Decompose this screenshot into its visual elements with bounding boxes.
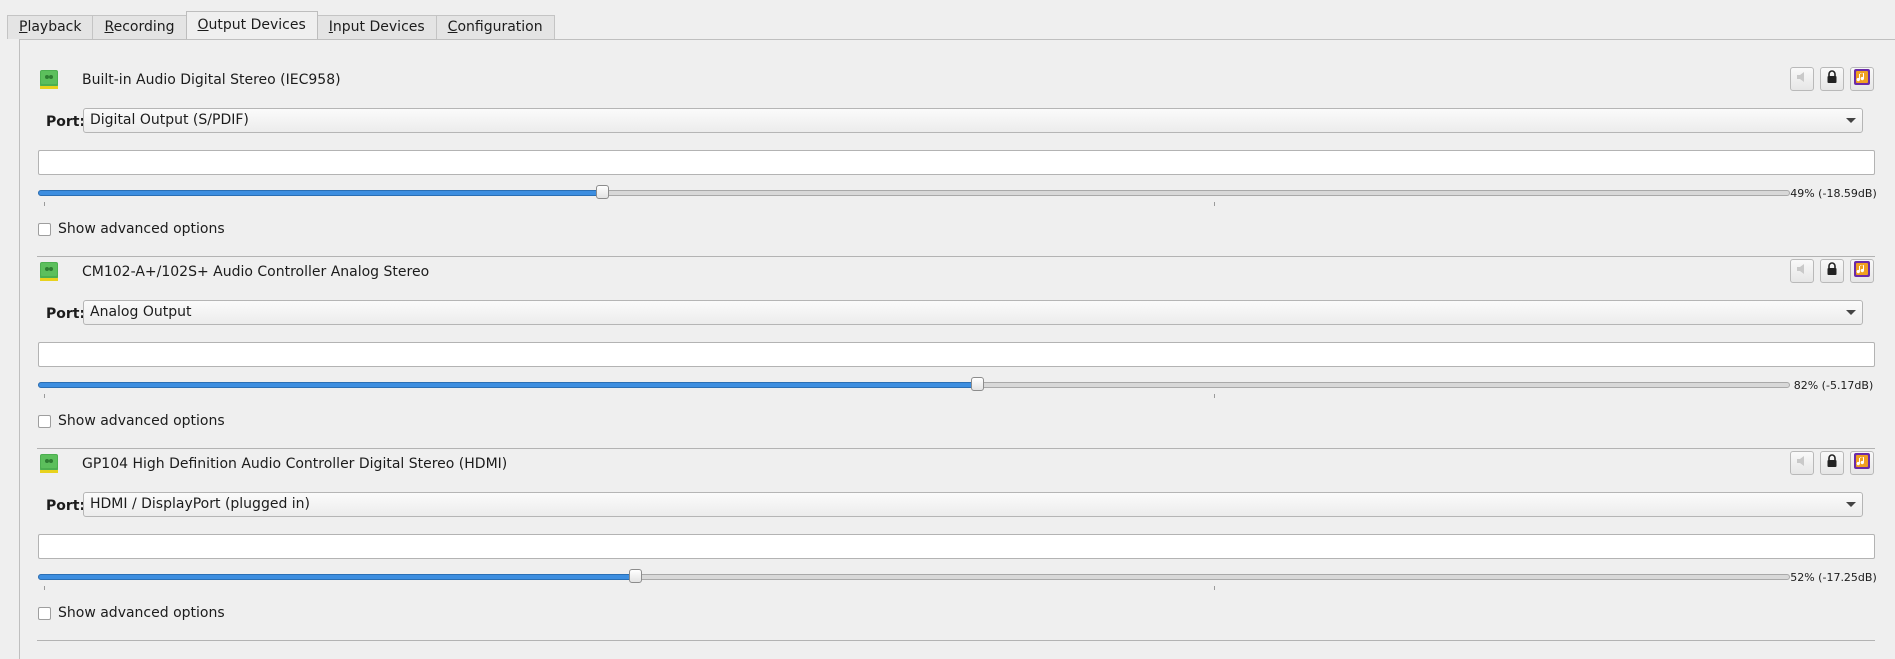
advanced-options-checkbox[interactable] <box>38 414 51 428</box>
port-dropdown[interactable]: HDMI / DisplayPort (plugged in) <box>83 492 1863 517</box>
advanced-options-toggle[interactable]: Show advanced options <box>38 604 225 622</box>
port-label: Port: <box>46 114 86 130</box>
lock-icon <box>1825 454 1839 472</box>
slider-fill <box>38 574 637 580</box>
speaker-device-icon <box>40 70 58 90</box>
lock-channels-button[interactable] <box>1820 67 1844 91</box>
port-value: Analog Output <box>90 304 192 320</box>
advanced-options-toggle[interactable]: Show advanced options <box>38 412 225 430</box>
volume-slider[interactable] <box>38 376 1790 398</box>
speaker-device-icon <box>40 262 58 282</box>
chevron-down-icon <box>1846 502 1856 507</box>
port-value: Digital Output (S/PDIF) <box>90 112 249 128</box>
mute-button[interactable] <box>1790 451 1814 475</box>
volume-slider[interactable] <box>38 568 1790 590</box>
advanced-options-checkbox[interactable] <box>38 222 51 236</box>
output-device-card: Built-in Audio Digital Stereo (IEC958) P… <box>37 60 1877 257</box>
slider-fill <box>38 382 979 388</box>
advanced-options-label: Show advanced options <box>58 221 225 237</box>
port-value: HDMI / DisplayPort (plugged in) <box>90 496 311 512</box>
slider-tick <box>44 202 45 206</box>
advanced-options-label: Show advanced options <box>58 605 225 621</box>
slider-tick <box>44 394 45 398</box>
lock-channels-button[interactable] <box>1820 259 1844 283</box>
set-default-button[interactable] <box>1850 67 1874 91</box>
lock-channels-button[interactable] <box>1820 451 1844 475</box>
device-name: CM102-A+/102S+ Audio Controller Analog S… <box>82 264 430 280</box>
peak-meter <box>38 342 1875 367</box>
speaker-device-icon <box>40 454 58 474</box>
default-device-icon <box>1854 453 1870 473</box>
device-toolbar <box>1790 259 1874 283</box>
mute-button[interactable] <box>1790 67 1814 91</box>
port-dropdown[interactable]: Analog Output <box>83 300 1863 325</box>
tab-configuration[interactable]: Configuration <box>435 15 555 39</box>
set-default-button[interactable] <box>1850 451 1874 475</box>
volume-level-text: 52% (-17.25dB) <box>1790 571 1877 584</box>
device-toolbar <box>1790 451 1874 475</box>
port-label: Port: <box>46 306 86 322</box>
tab-recording[interactable]: Recording <box>92 15 187 39</box>
lock-icon <box>1825 262 1839 280</box>
device-toolbar <box>1790 67 1874 91</box>
slider-handle[interactable] <box>596 185 609 199</box>
tab-input-devices[interactable]: Input Devices <box>316 15 437 39</box>
advanced-options-toggle[interactable]: Show advanced options <box>38 220 225 238</box>
tab-output-devices[interactable]: Output Devices <box>185 11 318 39</box>
mute-button[interactable] <box>1790 259 1814 283</box>
slider-fill <box>38 190 604 196</box>
chevron-down-icon <box>1846 118 1856 123</box>
peak-meter <box>38 150 1875 175</box>
advanced-options-label: Show advanced options <box>58 413 225 429</box>
mute-icon <box>1795 70 1809 88</box>
port-dropdown[interactable]: Digital Output (S/PDIF) <box>83 108 1863 133</box>
device-name: GP104 High Definition Audio Controller D… <box>82 456 508 472</box>
lock-icon <box>1825 70 1839 88</box>
default-device-icon <box>1854 261 1870 281</box>
volume-level-text: 82% (-5.17dB) <box>1793 379 1874 392</box>
volume-slider[interactable] <box>38 184 1790 206</box>
chevron-down-icon <box>1846 310 1856 315</box>
output-device-card: CM102-A+/102S+ Audio Controller Analog S… <box>37 252 1877 449</box>
slider-tick <box>1214 202 1215 206</box>
slider-tick <box>1214 586 1215 590</box>
device-name: Built-in Audio Digital Stereo (IEC958) <box>82 72 341 88</box>
default-device-icon <box>1854 69 1870 89</box>
device-separator <box>37 640 1875 641</box>
volume-level-text: 49% (-18.59dB) <box>1790 187 1877 200</box>
advanced-options-checkbox[interactable] <box>38 606 51 620</box>
slider-tick <box>44 586 45 590</box>
slider-handle[interactable] <box>971 377 984 391</box>
mute-icon <box>1795 262 1809 280</box>
tab-bar: Playback Recording Output Devices Input … <box>7 11 555 39</box>
port-label: Port: <box>46 498 86 514</box>
slider-handle[interactable] <box>629 569 642 583</box>
mute-icon <box>1795 454 1809 472</box>
output-device-card: GP104 High Definition Audio Controller D… <box>37 444 1877 641</box>
slider-tick <box>1214 394 1215 398</box>
set-default-button[interactable] <box>1850 259 1874 283</box>
peak-meter <box>38 534 1875 559</box>
tab-playback[interactable]: Playback <box>7 15 94 39</box>
